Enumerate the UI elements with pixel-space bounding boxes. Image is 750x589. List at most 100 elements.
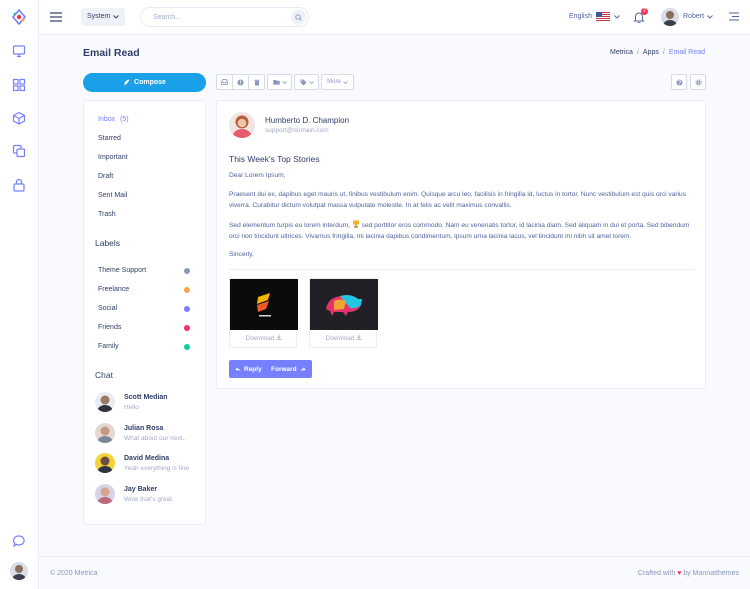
chevron-down-icon bbox=[343, 80, 348, 84]
chat-item[interactable]: David Medina Yeah everything is fine bbox=[95, 453, 205, 477]
chevron-down-icon bbox=[614, 14, 620, 19]
compose-button[interactable]: Compose bbox=[83, 73, 206, 92]
grid-icon[interactable] bbox=[12, 78, 26, 92]
mail-greeting: Dear Lorem Ipsum, bbox=[229, 172, 286, 179]
breadcrumb-separator: / bbox=[662, 49, 665, 56]
download-label: Download bbox=[325, 335, 355, 342]
chat-name: David Medina bbox=[124, 455, 170, 462]
chat-item[interactable]: Scott Median Hello bbox=[95, 392, 205, 416]
archive-button[interactable] bbox=[216, 74, 233, 90]
report-button[interactable] bbox=[232, 74, 249, 90]
sender-email[interactable]: support@domain.com bbox=[265, 127, 329, 134]
folder-inbox[interactable]: Inbox (5) bbox=[98, 116, 129, 123]
crafted-credit: Crafted with ♥ by Mannatthemes bbox=[638, 570, 739, 577]
chat-item[interactable]: Jay Baker Wow that's great bbox=[95, 484, 205, 508]
app-logo-icon[interactable] bbox=[11, 9, 27, 25]
folder-icon bbox=[272, 80, 280, 85]
user-avatar[interactable] bbox=[661, 8, 679, 26]
labels-heading: Labels bbox=[95, 238, 121, 248]
avatar bbox=[95, 453, 115, 473]
copy-icon[interactable] bbox=[12, 144, 26, 158]
forward-button[interactable]: Forward bbox=[265, 360, 312, 378]
avatar bbox=[95, 484, 115, 504]
help-icon bbox=[676, 79, 682, 85]
reply-button[interactable]: Reply bbox=[229, 360, 268, 378]
language-selector[interactable]: English bbox=[569, 12, 620, 21]
chevron-down-icon bbox=[113, 15, 120, 19]
folder-trash[interactable]: Trash bbox=[98, 211, 116, 218]
folder-important[interactable]: Important bbox=[98, 154, 128, 161]
compose-label: Compose bbox=[134, 79, 166, 86]
avatar bbox=[95, 423, 115, 443]
chat-icon[interactable] bbox=[12, 534, 26, 548]
chat-name: Scott Median bbox=[124, 394, 168, 401]
mail-signoff: Sincerly, bbox=[229, 251, 254, 258]
user-menu[interactable]: Robert bbox=[683, 13, 713, 20]
crafted-prefix: Crafted with bbox=[637, 570, 676, 577]
system-dropdown-label: System bbox=[87, 13, 111, 20]
page-title: Email Read bbox=[83, 47, 140, 59]
folder-draft[interactable]: Draft bbox=[98, 173, 113, 180]
mail-paragraph: Praesent dui ex, dapibus eget mauris ut,… bbox=[229, 191, 687, 209]
attachment-thumbnail[interactable] bbox=[230, 279, 298, 330]
label-friends[interactable]: Friends bbox=[98, 324, 190, 331]
chat-heading: Chat bbox=[95, 370, 113, 380]
breadcrumb-separator: / bbox=[636, 49, 639, 56]
trash-icon bbox=[253, 79, 260, 85]
chat-item[interactable]: Julian Rosa What about our next.. bbox=[95, 423, 205, 447]
box-icon[interactable] bbox=[12, 111, 26, 125]
us-flag-icon bbox=[595, 12, 610, 21]
download-link[interactable]: Download bbox=[310, 334, 378, 342]
download-icon bbox=[356, 334, 362, 340]
settings-button[interactable] bbox=[690, 74, 706, 90]
menu-toggle-icon[interactable] bbox=[50, 12, 62, 22]
right-menu-icon[interactable] bbox=[729, 12, 739, 21]
system-dropdown[interactable]: System bbox=[81, 8, 126, 26]
chevron-down-icon bbox=[308, 80, 314, 84]
user-name: Robert bbox=[683, 13, 705, 20]
label-text: Family bbox=[98, 343, 119, 350]
inbox-icon bbox=[221, 79, 228, 85]
help-button[interactable] bbox=[671, 74, 687, 90]
folder-sent-mail[interactable]: Sent Mail bbox=[98, 192, 127, 199]
breadcrumb-current: Email Read bbox=[668, 49, 705, 56]
copyright-text: © 2020 Metrica bbox=[50, 570, 98, 577]
attachment-card: Download bbox=[309, 278, 378, 348]
sender-avatar bbox=[229, 112, 255, 138]
reply-icon bbox=[235, 367, 241, 371]
avatar bbox=[95, 392, 115, 412]
label-theme-support[interactable]: Theme Support bbox=[98, 267, 190, 274]
more-dropdown[interactable]: More bbox=[321, 74, 354, 90]
reply-label: Reply bbox=[244, 365, 262, 373]
download-link[interactable]: Download bbox=[230, 334, 298, 342]
label-dot-icon bbox=[184, 344, 190, 350]
footer: © 2020 Metrica Crafted with ♥ by Mannatt… bbox=[39, 556, 750, 589]
inbox-count: (5) bbox=[120, 116, 129, 123]
folder-starred[interactable]: Starred bbox=[98, 135, 121, 142]
breadcrumb-apps[interactable]: Apps bbox=[643, 49, 659, 56]
chat-message: Wow that's great bbox=[124, 496, 173, 503]
monitor-icon[interactable] bbox=[12, 44, 26, 58]
delete-button[interactable] bbox=[248, 74, 265, 90]
profile-avatar[interactable] bbox=[10, 562, 28, 580]
chat-name: Julian Rosa bbox=[124, 425, 164, 432]
mail-paragraph: Sed elementum turpis eu lorem interdum, … bbox=[229, 220, 695, 242]
mail-sidebar: Inbox (5) Starred Important Draft Sent M… bbox=[83, 100, 206, 525]
search-input[interactable] bbox=[141, 8, 281, 26]
label-family[interactable]: Family bbox=[98, 343, 190, 350]
attachment-thumbnail[interactable] bbox=[310, 279, 378, 330]
breadcrumb-metrica[interactable]: Metrica bbox=[610, 49, 633, 56]
search-button[interactable] bbox=[291, 10, 306, 25]
chat-message: Hello bbox=[124, 404, 139, 411]
label-dropdown[interactable] bbox=[294, 74, 319, 90]
heart-icon: ♥ bbox=[677, 570, 682, 577]
move-folder-dropdown[interactable] bbox=[267, 74, 292, 90]
label-social[interactable]: Social bbox=[98, 305, 190, 312]
label-freelance[interactable]: Freelance bbox=[98, 286, 190, 293]
left-rail bbox=[0, 0, 39, 589]
lock-icon[interactable] bbox=[12, 178, 26, 192]
divider bbox=[229, 269, 695, 270]
label-dot-icon bbox=[184, 325, 190, 331]
tag-icon bbox=[300, 79, 306, 85]
download-label: Download bbox=[245, 335, 275, 342]
